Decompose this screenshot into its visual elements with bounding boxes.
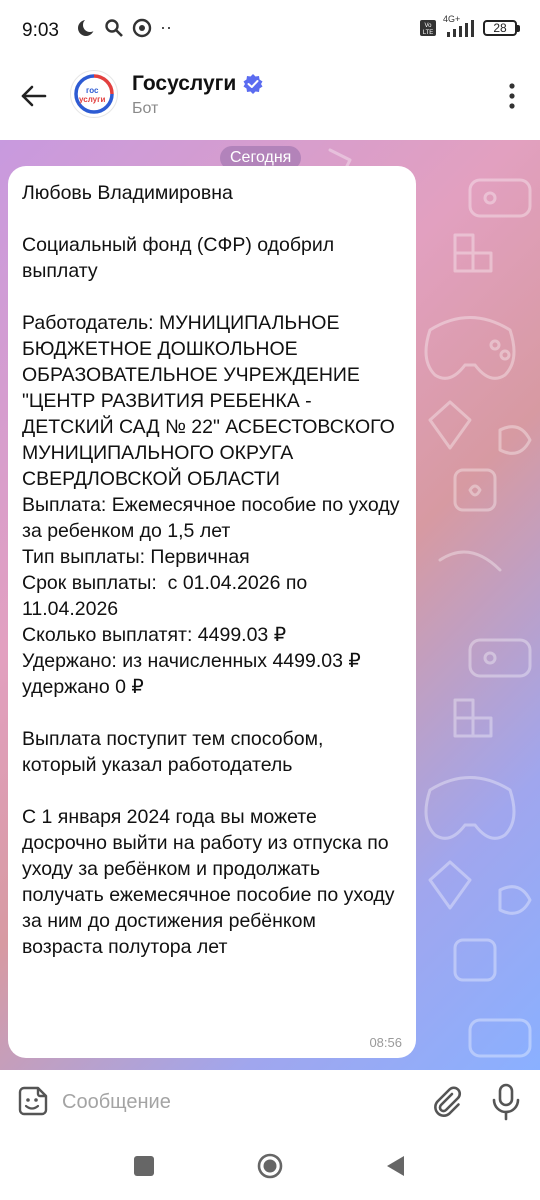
message-input-bar	[0, 1070, 540, 1132]
chat-area[interactable]: Сегодня Любовь Владимировна Социальный ф…	[0, 140, 540, 1070]
avatar[interactable]: гос услуги	[70, 70, 118, 118]
more-notifications-icon: ··	[160, 17, 172, 37]
signal-icon	[447, 20, 474, 37]
more-vertical-icon[interactable]	[500, 78, 524, 114]
svg-text:LTE: LTE	[423, 30, 434, 36]
status-right-group: Vo LTE 4G+ 28	[419, 14, 520, 38]
square-icon[interactable]	[130, 1152, 158, 1180]
chat-subtitle: Бот	[132, 100, 159, 117]
signal-group: 4G+	[443, 14, 477, 38]
volte-icon: VoLTE	[420, 20, 436, 36]
message-time: 08:56	[369, 1035, 402, 1050]
status-notification-icons: ··	[76, 18, 172, 38]
telegram-chat-screen: 9:03 ·· Vo LTE 4G+ 28 гос услуги Госуслу…	[0, 0, 540, 1200]
message-bubble[interactable]: Любовь Владимировна Социальный фонд (СФР…	[8, 166, 416, 1058]
battery-icon: 28	[483, 20, 517, 36]
verified-badge-icon	[243, 74, 263, 94]
battery-group: 28	[483, 20, 520, 36]
moon-icon	[78, 18, 96, 36]
message-text: Любовь Владимировна Социальный фонд (СФР…	[22, 182, 400, 958]
triangle-back-icon[interactable]	[382, 1152, 410, 1180]
battery-tip	[517, 24, 520, 32]
circle-icon[interactable]	[256, 1152, 284, 1180]
paperclip-icon[interactable]	[428, 1084, 464, 1120]
app-notification-icon	[132, 18, 152, 38]
gosuslugi-logo-icon: гос услуги	[74, 74, 114, 114]
svg-text:Vo: Vo	[424, 23, 432, 29]
search-icon	[105, 19, 123, 37]
microphone-icon[interactable]	[488, 1082, 524, 1122]
message-input[interactable]	[60, 1084, 414, 1120]
logo-text-bottom: услуги	[79, 95, 105, 104]
chat-title[interactable]: Госуслуги	[132, 72, 236, 96]
chat-header: гос услуги Госуслуги Бот	[0, 64, 540, 140]
logo-text-top: гос	[86, 86, 99, 95]
sticker-icon[interactable]	[14, 1084, 50, 1120]
arrow-left-icon[interactable]	[18, 80, 50, 112]
battery-level: 28	[493, 21, 507, 35]
status-time: 9:03	[22, 20, 59, 41]
status-bar: 9:03 ·· Vo LTE 4G+ 28	[0, 0, 540, 64]
system-nav-bar	[0, 1132, 540, 1200]
